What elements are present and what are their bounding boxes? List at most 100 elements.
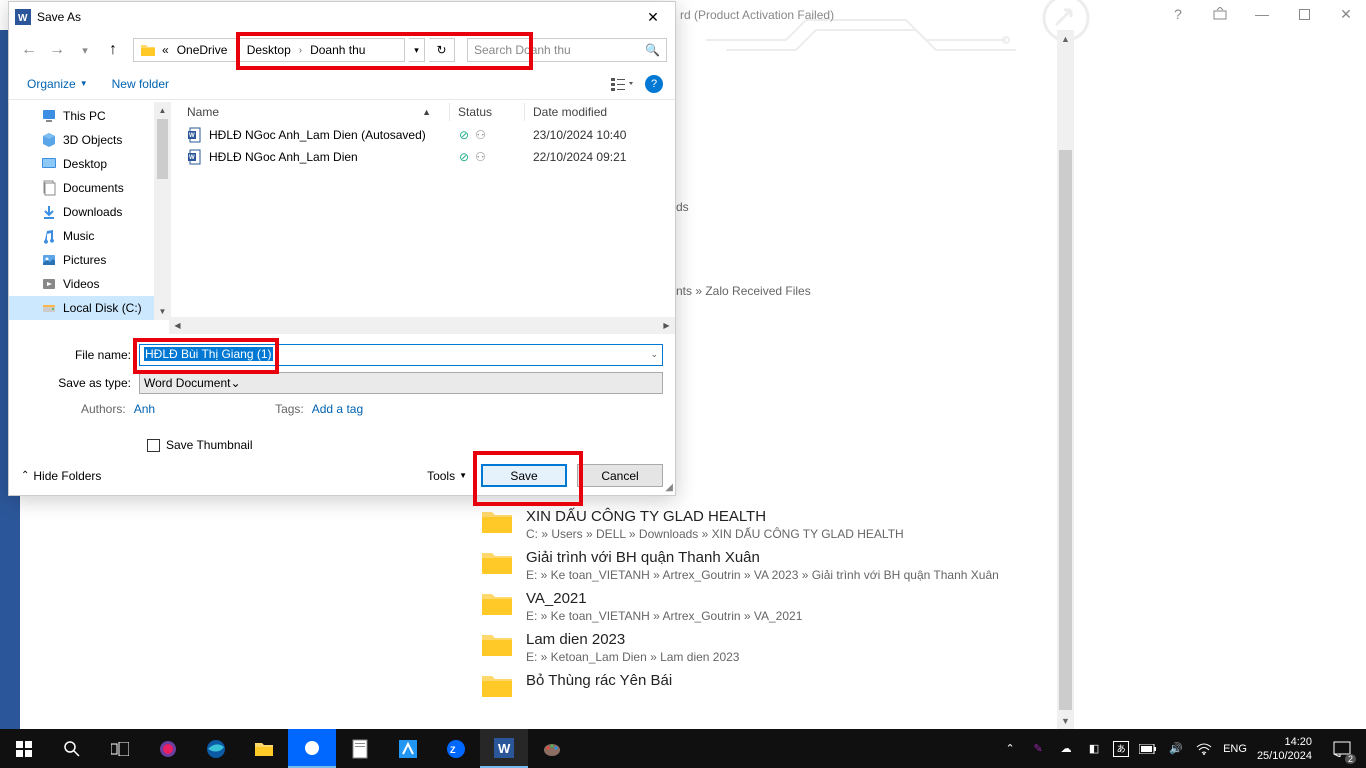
ribbon-options-icon[interactable] <box>1206 0 1234 28</box>
file-list: Name ▲ Status Date modified W HĐLĐ NGoc … <box>169 100 675 334</box>
file-row[interactable]: W HĐLĐ NGoc Anh_Lam Dien ⊘ ⚇ 22/10/2024 … <box>169 146 675 168</box>
organize-button[interactable]: Organize ▼ <box>21 73 94 95</box>
recent-folder-item[interactable]: VA_2021 E: » Ke toan_VIETANH » Artrex_Go… <box>480 590 999 623</box>
svg-text:W: W <box>18 13 28 24</box>
recent-folder-title: Giải trình với BH quận Thanh Xuân <box>526 549 999 566</box>
up-one-level-icon[interactable]: ↑ <box>101 38 125 62</box>
sidebar-item-music[interactable]: Music <box>9 224 169 248</box>
breadcrumb-item[interactable]: Desktop <box>245 43 293 57</box>
search-input[interactable]: Search Doanh thu 🔍 <box>467 38 667 62</box>
file-date: 22/10/2024 09:21 <box>525 150 675 164</box>
tray-battery-icon[interactable] <box>1139 740 1157 758</box>
taskbar-app-generic[interactable] <box>384 729 432 768</box>
tags-value[interactable]: Add a tag <box>312 402 363 416</box>
list-hscrollbar[interactable]: ◀ ▶ <box>169 317 675 334</box>
recent-folder-item[interactable]: Giải trình với BH quận Thanh Xuân E: » K… <box>480 549 999 582</box>
tray-clock[interactable]: 14:20 25/10/2024 <box>1257 735 1312 763</box>
search-button[interactable] <box>48 729 96 768</box>
taskbar-app-word[interactable]: W <box>480 729 528 768</box>
list-header: Name ▲ Status Date modified <box>169 100 675 124</box>
chevron-down-icon[interactable]: ⌄ <box>230 376 240 390</box>
sidebar-item-3d-objects[interactable]: 3D Objects <box>9 128 169 152</box>
recent-folder-item[interactable]: Lam dien 2023 E: » Ketoan_Lam Dien » Lam… <box>480 631 999 664</box>
scroll-thumb[interactable] <box>157 119 168 179</box>
task-view-button[interactable] <box>96 729 144 768</box>
sidebar-label: Music <box>63 229 94 243</box>
sidebar-item-this-pc[interactable]: This PC <box>9 104 169 128</box>
tags-label: Tags: <box>275 402 304 416</box>
tray-app-icon[interactable]: ◧ <box>1085 740 1103 758</box>
tray-onedrive-icon[interactable]: ☁ <box>1057 740 1075 758</box>
back-icon[interactable]: ← <box>17 38 41 62</box>
breadcrumb-item[interactable]: OneDrive <box>175 43 230 57</box>
new-folder-button[interactable]: New folder <box>106 73 175 95</box>
taskbar-app-zalo[interactable] <box>288 729 336 768</box>
minimize-icon[interactable]: — <box>1248 0 1276 28</box>
tools-button[interactable]: Tools ▼ <box>423 469 471 483</box>
save-thumbnail-checkbox[interactable] <box>147 439 160 452</box>
tray-volume-icon[interactable]: 🔊 <box>1167 740 1185 758</box>
sidebar-label: Downloads <box>63 205 122 219</box>
taskbar-app-explorer[interactable] <box>240 729 288 768</box>
recent-folder-item[interactable]: XIN DẤU CÔNG TY GLAD HEALTH C: » Users »… <box>480 508 999 541</box>
breadcrumb-prefix: « <box>160 43 171 57</box>
help-icon[interactable]: ? <box>1164 0 1192 28</box>
up-icon[interactable]: ▾ <box>73 38 97 62</box>
breadcrumb[interactable]: « OneDrive › Desktop › Doanh thu <box>133 38 405 62</box>
view-options-button[interactable] <box>607 73 637 95</box>
tray-overflow-icon[interactable]: ⌃ <box>1001 740 1019 758</box>
taskbar-app-edge[interactable] <box>192 729 240 768</box>
scroll-up-icon[interactable]: ▲ <box>1057 30 1074 47</box>
sidebar-item-videos[interactable]: Videos <box>9 272 169 296</box>
file-row[interactable]: W HĐLĐ NGoc Anh_Lam Dien (Autosaved) ⊘ ⚇… <box>169 124 675 146</box>
start-button[interactable] <box>0 729 48 768</box>
chevron-down-icon[interactable]: ⌄ <box>650 349 658 360</box>
dialog-close-icon[interactable]: ✕ <box>637 3 669 31</box>
tray-language[interactable]: ENG <box>1223 743 1247 755</box>
save-type-select[interactable]: Word Document ⌄ <box>139 372 663 394</box>
sidebar-label: Documents <box>63 181 124 195</box>
recent-folder-path: E: » Ketoan_Lam Dien » Lam dien 2023 <box>526 650 739 664</box>
taskbar-app-zalo2[interactable]: Z <box>432 729 480 768</box>
taskbar-app-notepad[interactable] <box>336 729 384 768</box>
close-icon[interactable]: ✕ <box>1332 0 1360 28</box>
column-date[interactable]: Date modified <box>525 105 675 119</box>
column-status[interactable]: Status <box>450 105 524 119</box>
resize-grip-icon[interactable]: ◢ <box>665 482 673 493</box>
breadcrumb-item[interactable]: Doanh thu <box>308 43 367 57</box>
sidebar-item-pictures[interactable]: Pictures <box>9 248 169 272</box>
taskbar-app-copilot[interactable] <box>144 729 192 768</box>
cancel-button[interactable]: Cancel <box>577 464 663 487</box>
save-button[interactable]: Save <box>481 464 567 487</box>
tray-feather-icon[interactable]: ✎ <box>1029 740 1047 758</box>
column-name[interactable]: Name ▲ <box>179 105 449 119</box>
taskbar-app-paint[interactable] <box>528 729 576 768</box>
desktop-icon <box>41 156 57 172</box>
sidebar-label: Desktop <box>63 157 107 171</box>
maximize-icon[interactable] <box>1290 0 1318 28</box>
tray-wifi-icon[interactable] <box>1195 740 1213 758</box>
folder-icon <box>480 672 514 700</box>
sidebar-item-documents[interactable]: Documents <box>9 176 169 200</box>
file-name-input[interactable]: HĐLĐ Bùi Thị Giang (1) ⌄ <box>139 344 663 366</box>
notifications-button[interactable]: 2 <box>1322 729 1362 768</box>
sidebar-item-local-disk[interactable]: Local Disk (C:) <box>9 296 169 320</box>
sidebar-item-downloads[interactable]: Downloads <box>9 200 169 224</box>
backstage-scrollbar[interactable]: ▲ ▼ <box>1057 30 1074 729</box>
scroll-right-icon[interactable]: ▶ <box>658 317 675 334</box>
scroll-thumb[interactable] <box>1059 150 1072 710</box>
recent-folder-item[interactable]: Bỏ Thùng rác Yên Bái <box>480 672 999 700</box>
breadcrumb-dropdown-icon[interactable]: ▾ <box>409 38 425 62</box>
new-folder-label: New folder <box>112 77 169 91</box>
scroll-left-icon[interactable]: ◀ <box>169 317 186 334</box>
notification-count: 2 <box>1345 754 1356 764</box>
hide-folders-button[interactable]: ⌃ Hide Folders <box>21 469 101 483</box>
scroll-down-icon[interactable]: ▼ <box>1057 712 1074 729</box>
chevron-down-icon: ▼ <box>459 471 467 480</box>
authors-value[interactable]: Anh <box>134 402 155 416</box>
tray-ime-icon[interactable]: あ <box>1113 741 1129 757</box>
hide-folders-label: Hide Folders <box>33 469 101 483</box>
refresh-icon[interactable]: ↻ <box>429 38 455 62</box>
help-icon[interactable]: ? <box>645 75 663 93</box>
sidebar-item-desktop[interactable]: Desktop <box>9 152 169 176</box>
